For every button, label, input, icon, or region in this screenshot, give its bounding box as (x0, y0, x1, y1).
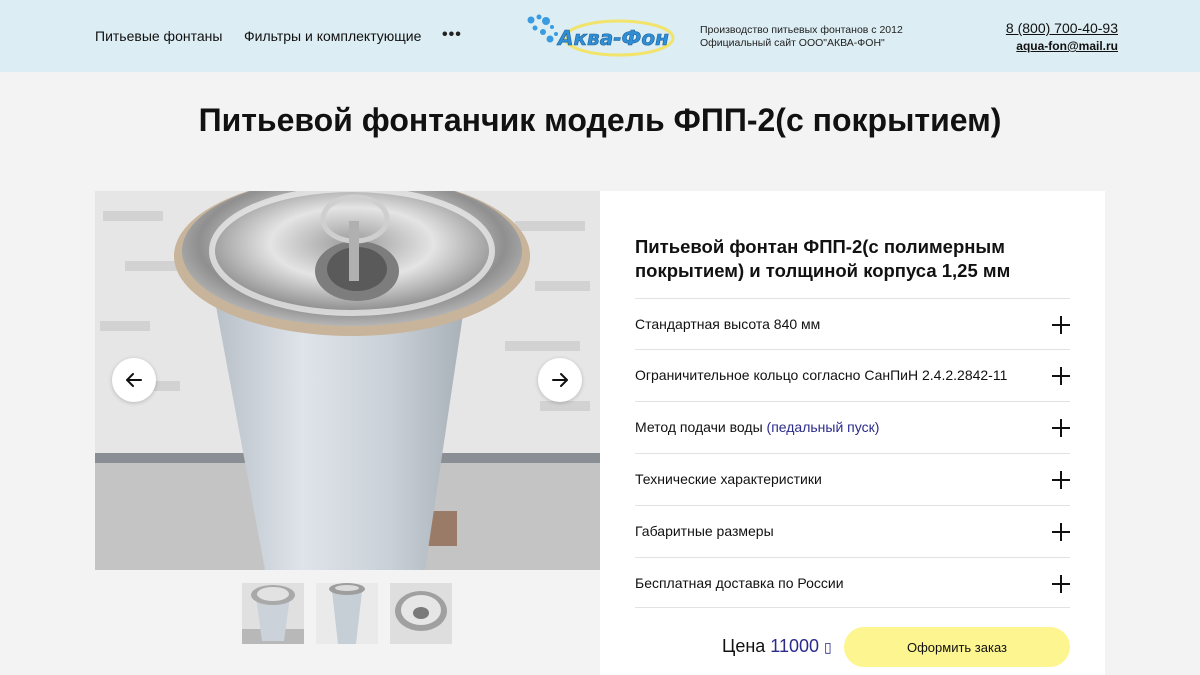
thumbnail-image (316, 583, 378, 644)
accordion-label-text: Метод подачи воды (635, 419, 767, 435)
accordion-label-highlight: (педальный пуск) (766, 419, 880, 435)
contacts: 8 (800) 700-40-93 aqua-fon@mail.ru (1006, 19, 1118, 55)
order-button[interactable]: Оформить заказ (844, 627, 1070, 667)
product-title: Питьевой фонтан ФПП-2(с полимерным покры… (635, 236, 1011, 281)
accordion-item-delivery[interactable]: Бесплатная доставка по России (635, 557, 1070, 609)
logo-image: Аква-Фон (527, 14, 675, 57)
accordion-item-ring[interactable]: Ограничительное кольцо согласно СанПиН 2… (635, 349, 1070, 401)
logo[interactable]: Аква-Фон (526, 12, 676, 60)
page-title: Питьевой фонтанчик модель ФПП-2(с покрыт… (198, 102, 1002, 138)
accordion-label: Бесплатная доставка по России (635, 575, 844, 591)
price: Цена 11000 ▯ (722, 636, 832, 657)
divider (635, 607, 1070, 608)
plus-icon (1052, 419, 1070, 437)
price-value: 11000 (770, 636, 820, 656)
site-header: Питьевые фонтаны Фильтры и комплектующие… (0, 0, 1200, 72)
accordion-label: Ограничительное кольцо согласно СанПиН 2… (635, 367, 1008, 383)
accordion-item-dimensions[interactable]: Габаритные размеры (635, 505, 1070, 557)
thumbnail-image (390, 583, 452, 644)
about-line-2: Официальный сайт ООО"АКВА-ФОН" (700, 37, 885, 49)
accordion-label: Габаритные размеры (635, 523, 774, 539)
accordion-item-water-feed[interactable]: Метод подачи воды (педальный пуск) (635, 401, 1070, 453)
nav-link-filters[interactable]: Фильтры и комплектующие (244, 28, 421, 44)
accordion-item-specs[interactable]: Технические характеристики (635, 453, 1070, 505)
thumbnail-image (242, 583, 304, 644)
accordion-item-height[interactable]: Стандартная высота 840 мм (635, 298, 1070, 350)
more-menu-icon[interactable]: ••• (442, 26, 462, 44)
phone-link[interactable]: 8 (800) 700-40-93 (1006, 19, 1118, 37)
plus-icon (1052, 523, 1070, 541)
plus-icon (1052, 575, 1070, 593)
gallery-next-button[interactable] (538, 358, 582, 402)
nav-link-drinking-fountains[interactable]: Питьевые фонтаны (95, 28, 222, 44)
product-gallery-image[interactable] (95, 191, 600, 570)
plus-icon (1052, 471, 1070, 489)
price-label: Цена (722, 636, 766, 656)
arrow-left-icon (126, 373, 142, 387)
email-link[interactable]: aqua-fon@mail.ru (1006, 37, 1118, 55)
arrow-right-icon (552, 373, 568, 387)
about-line-1: Производство питьевых фонтанов с 2012 (700, 24, 903, 36)
thumbnail-1[interactable] (242, 583, 304, 644)
thumbnail-2[interactable] (316, 583, 378, 644)
logo-text: Аква-Фон (556, 26, 669, 50)
company-about: Производство питьевых фонтанов с 2012 Оф… (700, 24, 903, 50)
plus-icon (1052, 316, 1070, 334)
fountain-photo (95, 191, 600, 570)
accordion-label: Технические характеристики (635, 471, 822, 487)
gallery-prev-button[interactable] (112, 358, 156, 402)
thumbnail-3[interactable] (390, 583, 452, 644)
plus-icon (1052, 367, 1070, 385)
currency-icon: ▯ (824, 639, 832, 655)
product-info-panel: Питьевой фонтан ФПП-2(с полимерным покры… (600, 191, 1105, 675)
accordion-label: Стандартная высота 840 мм (635, 316, 821, 332)
accordion-label: Метод подачи воды (педальный пуск) (635, 419, 879, 435)
